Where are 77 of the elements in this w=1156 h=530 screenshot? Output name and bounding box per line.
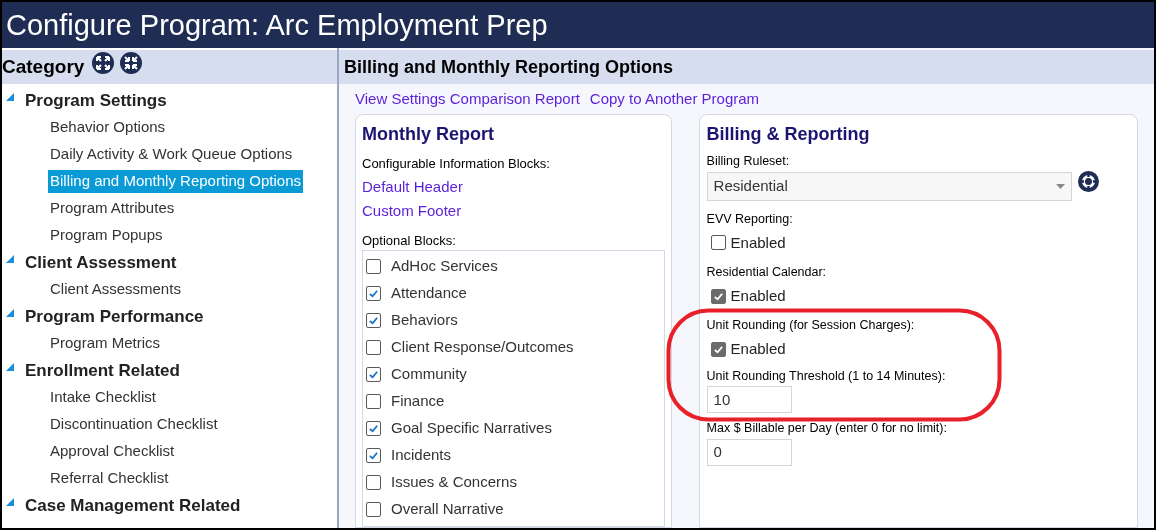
link[interactable]: View Settings Comparison Report [355,87,580,111]
option-label: Enabled [730,285,786,306]
field-label: Optional Blocks: [362,231,457,250]
category-item[interactable]: Behavior Options [48,116,168,139]
select-field[interactable]: Residential [706,171,1072,201]
checkmark-icon [368,288,379,299]
checkmark-icon [712,343,724,355]
category-item[interactable]: Approval Checklist [48,440,177,463]
checkbox[interactable] [366,340,381,355]
checkbox[interactable] [366,313,381,328]
collapse-all-icon[interactable] [120,52,143,74]
checkbox[interactable] [366,502,381,517]
option-label: Behaviors [391,310,458,331]
option-label: Incidents [391,445,452,466]
link[interactable]: Default Header [362,175,463,198]
expand-triangle-icon[interactable] [6,92,14,101]
category-item[interactable]: Daily Activity & Work Queue Options [48,143,295,166]
field-label: Max $ Billable per Day (enter 0 for no limit): [706,420,948,438]
settings-icon[interactable] [1077,170,1099,192]
option-label: Enabled [730,232,786,253]
field-label: Billing Ruleset: [706,153,791,170]
card-title: Monthly Report [362,123,495,146]
expand-triangle-icon[interactable] [6,362,14,371]
option-label: Community [391,364,467,385]
field-label: Unit Rounding Threshold (1 to 14 Minutes): [706,367,947,385]
text-field[interactable]: 0 [706,439,792,466]
checkbox[interactable] [710,235,726,251]
option-label: Client Response/Outcomes [391,337,574,358]
sidebar-title: Category [2,54,85,79]
caret-icon [1055,183,1065,189]
checkbox[interactable] [366,421,381,436]
checkbox[interactable] [710,288,726,304]
option-label: Issues & Concerns [391,472,517,493]
option-label: Overall Narrative [391,499,504,520]
category-item[interactable]: Referral Checklist [48,467,171,490]
field-label: EVV Reporting: [706,210,794,228]
checkbox[interactable] [366,286,381,301]
field-label: Residential Calendar: [706,264,828,281]
checkbox[interactable] [366,259,381,274]
section-title: Billing and Monthly Reporting Options [344,55,673,79]
expand-triangle-icon[interactable] [6,254,14,263]
category-item[interactable]: Intake Checklist [48,386,158,409]
option-label: Finance [391,391,445,412]
checkbox[interactable] [366,475,381,490]
link[interactable]: Custom Footer [362,200,462,223]
category-item[interactable]: Program Attributes [48,197,177,220]
checkbox[interactable] [366,367,381,382]
checkmark-icon [712,290,724,302]
category-group[interactable]: Client Assessment [25,249,177,276]
field-label: Configurable Information Blocks: [362,155,551,173]
checkmark-icon [368,369,379,380]
category-item[interactable]: Client Assessments [48,278,183,301]
option-label: Attendance [391,283,467,304]
checkmark-icon [368,315,379,326]
checkmark-icon [368,450,379,461]
category-item[interactable]: Program Metrics [48,332,163,355]
category-group[interactable]: Program Performance [25,303,204,330]
link[interactable]: Copy to Another Program [589,87,760,111]
checkbox[interactable] [366,394,381,409]
expand-triangle-icon[interactable] [6,497,14,506]
category-group[interactable]: Case Management Related [25,492,241,519]
expand-all-icon[interactable] [92,52,115,74]
category-item[interactable]: Program Popups [48,224,165,247]
window-title: Configure Program: Arc Employment Prep [6,10,548,40]
expand-triangle-icon[interactable] [6,308,14,317]
option-label: Enabled [730,339,786,359]
checkmark-icon [368,423,379,434]
option-label: Goal Specific Narratives [391,418,552,439]
checkbox[interactable] [366,448,381,463]
category-group[interactable]: Enrollment Related [25,357,180,384]
option-label: AdHoc Services [391,256,498,277]
checkbox[interactable] [710,341,726,357]
category-item[interactable]: Discontinuation Checklist [48,413,220,436]
text-field[interactable]: 10 [706,386,792,414]
category-group[interactable]: Program Settings [25,87,167,114]
field-label: Unit Rounding (for Session Charges): [706,317,916,335]
card-title: Billing & Reporting [706,123,871,146]
